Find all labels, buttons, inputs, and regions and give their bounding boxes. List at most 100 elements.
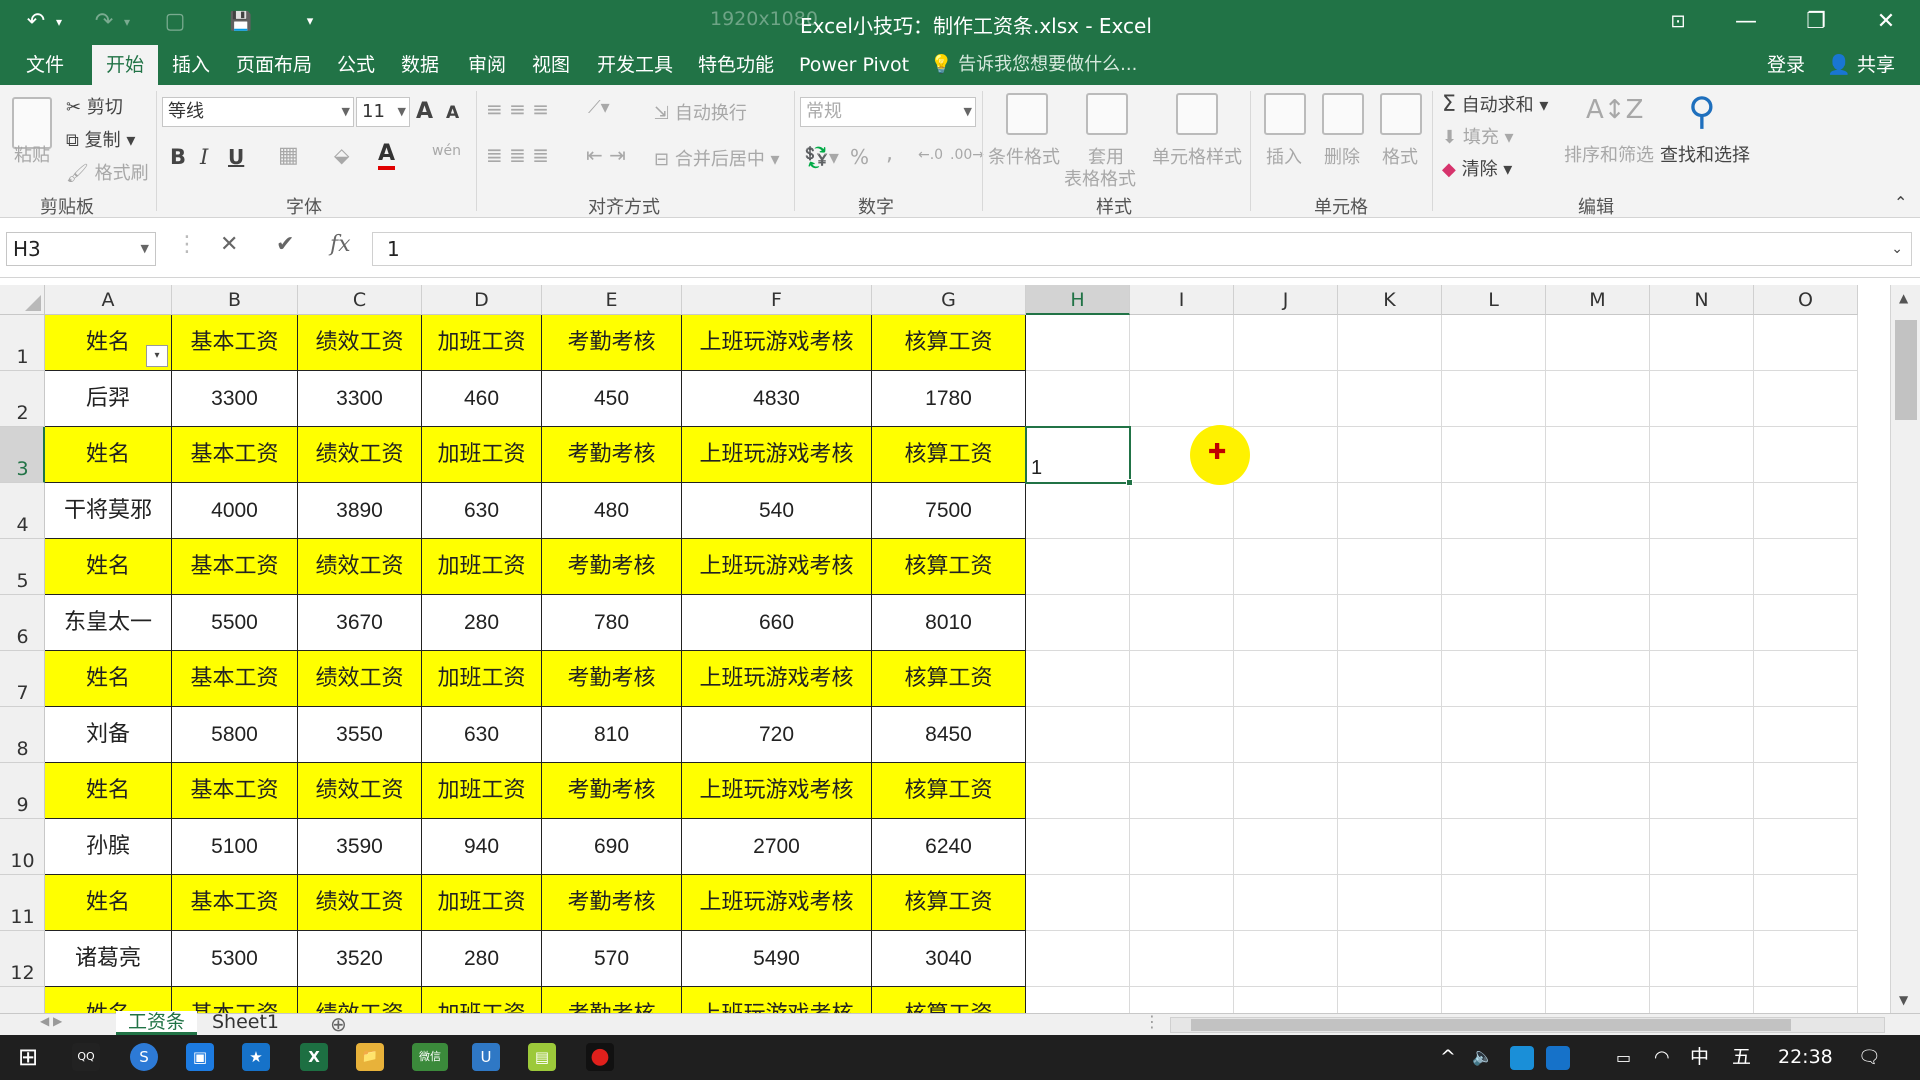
empty-cell[interactable] bbox=[1130, 707, 1234, 763]
font-size-select[interactable]: 11 ▼ bbox=[356, 97, 410, 127]
empty-cell[interactable] bbox=[1650, 427, 1754, 483]
column-header-j[interactable]: J bbox=[1234, 285, 1338, 315]
empty-cell[interactable] bbox=[1650, 371, 1754, 427]
percent-button[interactable]: % bbox=[850, 145, 869, 169]
header-cell-game[interactable]: 上班玩游戏考核 bbox=[682, 315, 872, 371]
number-format-select[interactable]: 常规 ▼ bbox=[800, 97, 976, 127]
empty-cell[interactable] bbox=[1442, 707, 1546, 763]
column-header-m[interactable]: M bbox=[1546, 285, 1650, 315]
empty-cell[interactable] bbox=[1754, 707, 1858, 763]
header-cell-total[interactable]: 核算工资 bbox=[872, 315, 1026, 371]
sheet-tab-sheet1[interactable]: Sheet1 bbox=[200, 1011, 291, 1035]
empty-cell[interactable] bbox=[1546, 763, 1650, 819]
clear-button[interactable]: ◆ 清除 ▾ bbox=[1442, 155, 1512, 181]
active-cell-editor[interactable]: 1 bbox=[1025, 426, 1131, 484]
fill-handle[interactable] bbox=[1126, 479, 1133, 486]
empty-cell[interactable] bbox=[1650, 483, 1754, 539]
delete-cells-button[interactable]: 删除 bbox=[1324, 143, 1360, 169]
header-cell-perf[interactable]: 绩效工资 bbox=[298, 427, 422, 483]
empty-cell[interactable] bbox=[1338, 819, 1442, 875]
scroll-down-arrow-icon[interactable]: ▼ bbox=[1899, 993, 1908, 1007]
customize-quick-access-icon[interactable]: ▾ bbox=[300, 6, 320, 38]
row-header-12[interactable]: 12 bbox=[0, 931, 45, 987]
empty-cell[interactable] bbox=[1130, 539, 1234, 595]
header-cell-name[interactable]: 姓名 bbox=[45, 763, 172, 819]
volume-icon[interactable]: 🔈 bbox=[1472, 1035, 1493, 1080]
empty-cell[interactable] bbox=[1442, 763, 1546, 819]
increase-decimal-button[interactable]: ←.0 bbox=[918, 147, 943, 163]
cut-button[interactable]: ✂ 剪切 bbox=[66, 93, 123, 119]
row-header-7[interactable]: 7 bbox=[0, 651, 45, 707]
empty-cell[interactable] bbox=[1546, 483, 1650, 539]
data-cell-attend[interactable]: 480 bbox=[542, 483, 682, 539]
empty-cell[interactable] bbox=[1546, 987, 1650, 1013]
tab-formulas[interactable]: 公式 bbox=[337, 45, 375, 85]
empty-cell[interactable] bbox=[1546, 707, 1650, 763]
empty-cell[interactable] bbox=[1442, 315, 1546, 371]
add-sheet-icon[interactable]: ⊕ bbox=[330, 1012, 347, 1036]
empty-cell[interactable] bbox=[1546, 427, 1650, 483]
empty-cell[interactable] bbox=[1026, 651, 1130, 707]
column-header-d[interactable]: D bbox=[422, 285, 542, 315]
share-button[interactable]: 👤 共享 bbox=[1827, 45, 1895, 85]
fill-button[interactable]: ⬇ 填充 ▾ bbox=[1442, 123, 1514, 149]
data-cell-total[interactable]: 8450 bbox=[872, 707, 1026, 763]
empty-cell[interactable] bbox=[1442, 931, 1546, 987]
redo-button[interactable]: ↷ bbox=[86, 6, 122, 38]
wrap-text-button[interactable]: ⇲ 自动换行 bbox=[654, 99, 747, 125]
empty-cell[interactable] bbox=[1338, 763, 1442, 819]
u-app-icon[interactable]: U bbox=[472, 1043, 500, 1071]
empty-cell[interactable] bbox=[1442, 427, 1546, 483]
data-cell-name[interactable]: 孙膑 bbox=[45, 819, 172, 875]
data-cell-perf[interactable]: 3890 bbox=[298, 483, 422, 539]
empty-cell[interactable] bbox=[1026, 819, 1130, 875]
indent-icon[interactable]: ⇤ ⇥ bbox=[586, 143, 626, 167]
empty-cell[interactable] bbox=[1650, 875, 1754, 931]
borders-button[interactable]: ▦ bbox=[278, 143, 299, 168]
empty-cell[interactable] bbox=[1754, 427, 1858, 483]
column-header-b[interactable]: B bbox=[172, 285, 298, 315]
empty-cell[interactable] bbox=[1130, 763, 1234, 819]
notepad-app-icon[interactable]: ▤ bbox=[528, 1043, 556, 1071]
cell-styles-button[interactable]: 单元格样式 bbox=[1152, 143, 1242, 169]
empty-cell[interactable] bbox=[1026, 707, 1130, 763]
data-cell-total[interactable]: 3040 bbox=[872, 931, 1026, 987]
empty-cell[interactable] bbox=[1754, 987, 1858, 1013]
row-header-5[interactable]: 5 bbox=[0, 539, 45, 595]
empty-cell[interactable] bbox=[1338, 987, 1442, 1013]
tab-page-layout[interactable]: 页面布局 bbox=[236, 45, 312, 85]
find-select-button[interactable]: 查找和选择 bbox=[1660, 141, 1750, 167]
tab-power-pivot[interactable]: Power Pivot bbox=[799, 45, 909, 85]
underline-button[interactable]: U bbox=[228, 145, 244, 169]
shrink-font-button[interactable]: A bbox=[446, 103, 459, 123]
clock[interactable]: 22:38 bbox=[1778, 1035, 1833, 1080]
data-cell-game[interactable]: 540 bbox=[682, 483, 872, 539]
browser-icon[interactable]: S bbox=[130, 1043, 158, 1071]
empty-cell[interactable] bbox=[1650, 819, 1754, 875]
header-cell-overtime[interactable]: 加班工资 bbox=[422, 651, 542, 707]
tab-developer[interactable]: 开发工具 bbox=[597, 45, 673, 85]
empty-cell[interactable] bbox=[1650, 651, 1754, 707]
top-align-icon[interactable]: ≡ ≡ ≡ bbox=[486, 97, 549, 121]
ribbon-display-options-button[interactable]: ⊡ bbox=[1648, 4, 1708, 40]
row-header-13[interactable]: 13 bbox=[0, 987, 45, 1013]
empty-cell[interactable] bbox=[1130, 931, 1234, 987]
tab-insert[interactable]: 插入 bbox=[172, 45, 210, 85]
column-header-l[interactable]: L bbox=[1442, 285, 1546, 315]
empty-cell[interactable] bbox=[1546, 539, 1650, 595]
empty-cell[interactable] bbox=[1442, 875, 1546, 931]
orientation-icon[interactable]: ⟋▾ bbox=[588, 97, 610, 118]
sign-in-link[interactable]: 登录 bbox=[1767, 45, 1805, 85]
minimize-button[interactable]: — bbox=[1716, 4, 1776, 40]
data-cell-overtime[interactable]: 630 bbox=[422, 483, 542, 539]
header-cell-overtime[interactable]: 加班工资 bbox=[422, 315, 542, 371]
chevron-down-icon[interactable]: ⌄ bbox=[1891, 233, 1903, 265]
empty-cell[interactable] bbox=[1130, 371, 1234, 427]
header-cell-attend[interactable]: 考勤考核 bbox=[542, 315, 682, 371]
empty-cell[interactable] bbox=[1130, 315, 1234, 371]
qq-penguin-icon[interactable]: QQ bbox=[72, 1043, 100, 1071]
phonetic-guide-button[interactable]: wén bbox=[432, 143, 461, 159]
format-as-table-icon[interactable] bbox=[1086, 93, 1128, 135]
format-cells-icon[interactable] bbox=[1380, 93, 1422, 135]
empty-cell[interactable] bbox=[1754, 763, 1858, 819]
